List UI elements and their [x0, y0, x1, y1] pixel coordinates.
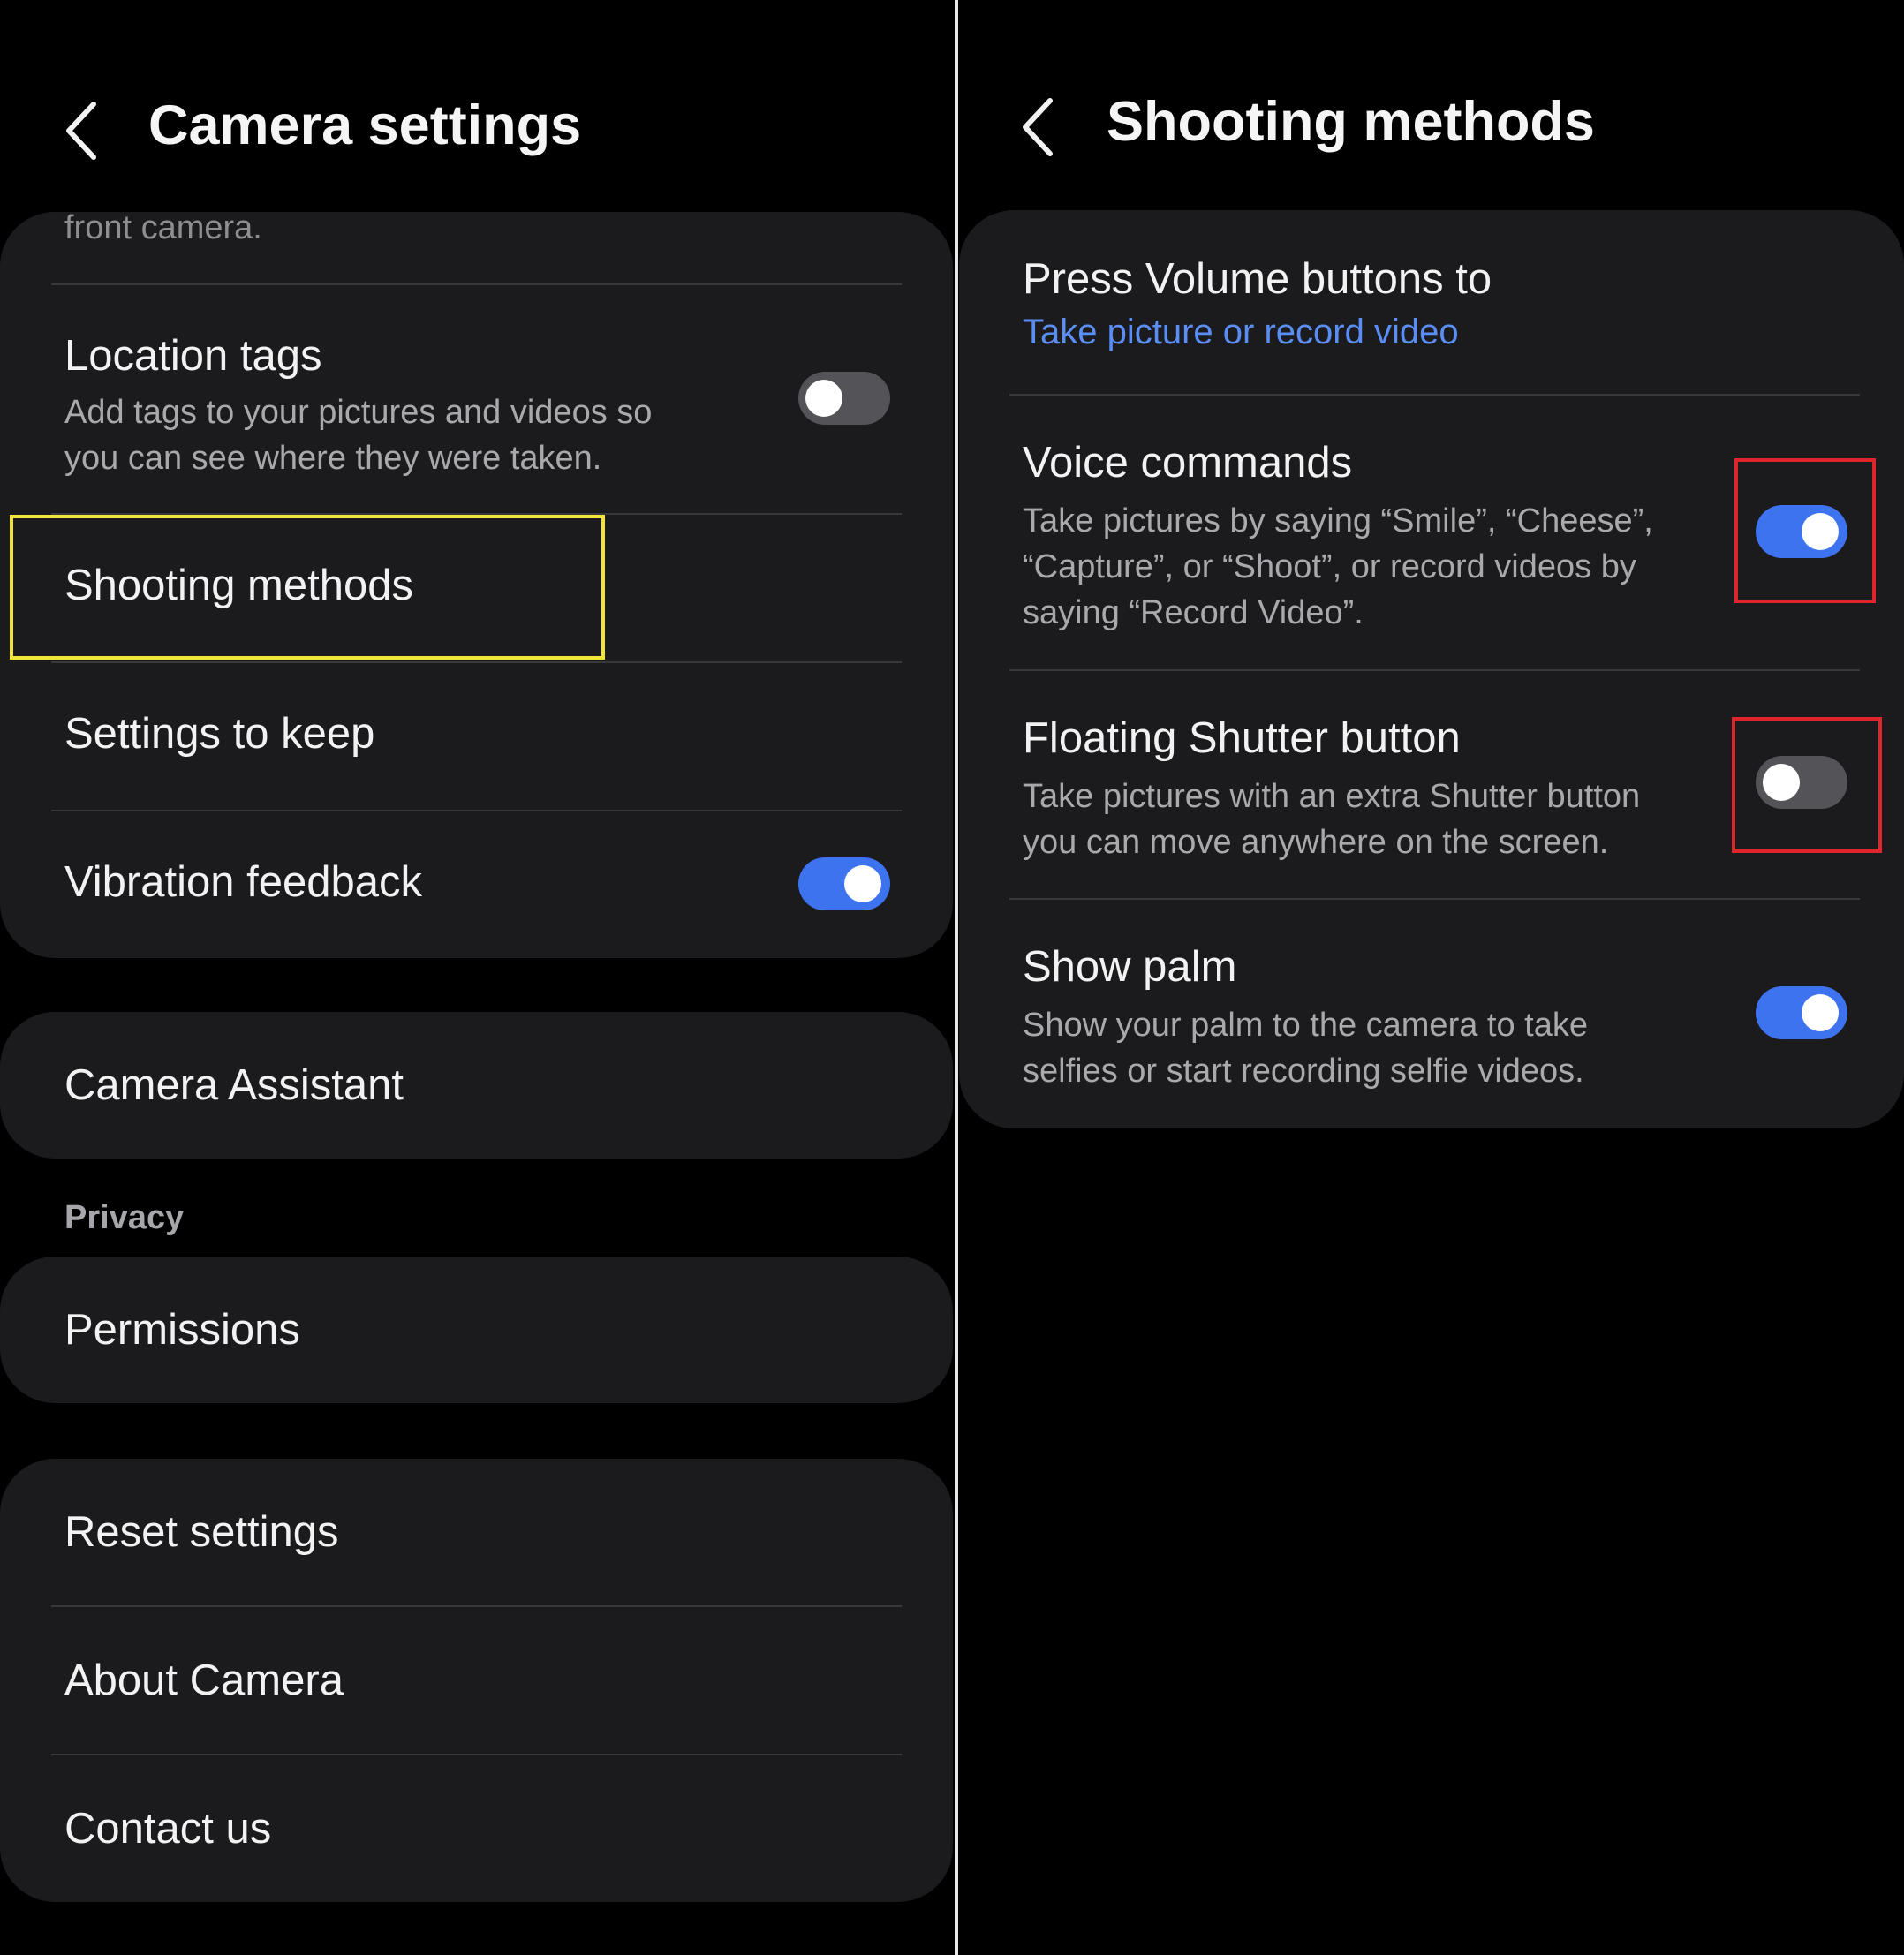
camera-settings-screen: Camera settings front camera. Location t… [0, 0, 955, 1955]
contact-us-item[interactable]: Contact us [0, 1755, 953, 1902]
camera-assistant-label: Camera Assistant [64, 1061, 404, 1109]
show-palm-toggle[interactable] [1756, 986, 1847, 1039]
permissions-label: Permissions [64, 1306, 300, 1354]
vibration-feedback-item[interactable]: Vibration feedback [0, 811, 953, 958]
location-tags-desc-2: you can see where they were taken. [64, 440, 602, 477]
location-tags-label: Location tags [64, 332, 322, 380]
voice-commands-desc-3: saying “Record Video”. [1023, 594, 1364, 631]
back-button[interactable] [53, 97, 115, 164]
floating-shutter-desc-1: Take pictures with an extra Shutter butt… [1023, 778, 1641, 815]
toggle-knob [844, 865, 881, 902]
camera-assistant-card: Camera Assistant [0, 1012, 953, 1159]
partial-item: front camera. [0, 212, 953, 283]
location-tags-desc-1: Add tags to your pictures and videos so [64, 394, 653, 431]
press-volume-label: Press Volume buttons to [1023, 255, 1492, 303]
contact-us-label: Contact us [64, 1805, 272, 1853]
permissions-card: Permissions [0, 1257, 953, 1403]
shooting-methods-highlight [10, 515, 605, 660]
permissions-item[interactable]: Permissions [0, 1257, 953, 1403]
voice-commands-desc-1: Take pictures by saying “Smile”, “Cheese… [1023, 502, 1653, 540]
vibration-feedback-label: Vibration feedback [64, 858, 422, 906]
chevron-left-icon [1023, 98, 1053, 156]
voice-commands-desc-2: “Capture”, or “Shoot”, or record videos … [1023, 548, 1636, 585]
toggle-knob [805, 380, 842, 417]
floating-shutter-label: Floating Shutter button [1023, 714, 1461, 762]
show-palm-label: Show palm [1023, 943, 1237, 991]
press-volume-item[interactable]: Press Volume buttons to Take picture or … [959, 210, 1904, 394]
floating-shutter-toggle-highlight [1732, 717, 1882, 853]
about-camera-item[interactable]: About Camera [0, 1607, 953, 1754]
floating-shutter-desc-2: you can move anywhere on the screen. [1023, 824, 1609, 861]
partial-text: front camera. [64, 212, 262, 246]
settings-to-keep-label: Settings to keep [64, 710, 375, 758]
vibration-feedback-toggle[interactable] [798, 857, 890, 910]
location-tags-item[interactable]: Location tags Add tags to your pictures … [0, 285, 953, 513]
voice-commands-label: Voice commands [1023, 439, 1353, 487]
page-title: Camera settings [148, 94, 582, 156]
show-palm-item[interactable]: Show palm Show your palm to the camera t… [959, 900, 1904, 1128]
shooting-methods-card: Press Volume buttons to Take picture or … [959, 210, 1904, 1128]
press-volume-value: Take picture or record video [1023, 313, 1459, 351]
camera-assistant-item[interactable]: Camera Assistant [0, 1012, 953, 1159]
header: Shooting methods [958, 81, 1904, 178]
chevron-left-icon [66, 102, 96, 160]
location-tags-toggle[interactable] [798, 372, 890, 425]
voice-commands-toggle-highlight [1734, 458, 1876, 603]
page-title: Shooting methods [1107, 91, 1595, 153]
settings-to-keep-item[interactable]: Settings to keep [0, 663, 953, 810]
reset-settings-label: Reset settings [64, 1508, 339, 1556]
show-palm-desc-2: selfies or start recording selfie videos… [1023, 1053, 1584, 1090]
back-button[interactable] [1009, 94, 1071, 161]
show-palm-desc-1: Show your palm to the camera to take [1023, 1007, 1588, 1044]
misc-card: Reset settings About Camera Contact us [0, 1459, 953, 1902]
toggle-knob [1802, 994, 1839, 1031]
shooting-methods-screen: Shooting methods Press Volume buttons to… [958, 0, 1904, 1955]
about-camera-label: About Camera [64, 1657, 344, 1704]
privacy-section-header: Privacy [64, 1199, 185, 1236]
header: Camera settings [0, 81, 955, 178]
reset-settings-item[interactable]: Reset settings [0, 1459, 953, 1605]
